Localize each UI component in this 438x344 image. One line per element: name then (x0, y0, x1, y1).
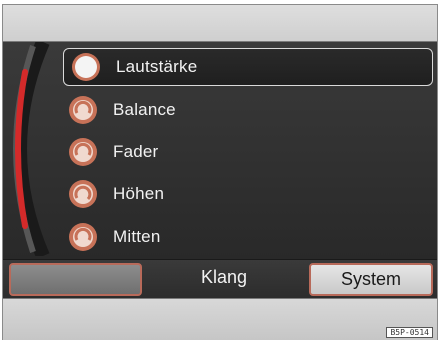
softkey-system-button[interactable]: System (309, 263, 433, 296)
menu-item-volume[interactable]: Lautstärke (63, 48, 433, 86)
volume-knob-icon (70, 51, 102, 83)
menu-item-label: Mitten (113, 227, 161, 246)
selection-arc-icon (13, 42, 50, 256)
balance-knob-icon (67, 94, 99, 126)
bottom-bar: B5P-0514 (3, 298, 437, 340)
display-frame: Lautstärke Balance Fader Höhen Mitten Kl… (2, 4, 438, 340)
menu-item-label: Lautstärke (116, 57, 198, 76)
mid-knob-icon (67, 221, 99, 253)
menu-item-treble[interactable]: Höhen (61, 175, 433, 213)
menu-item-mid[interactable]: Mitten (61, 218, 433, 256)
softkey-sound-title: Klang (200, 267, 248, 287)
top-status-bar (3, 5, 437, 42)
fader-knob-icon (67, 136, 99, 168)
softkey-bar: Klang System (3, 259, 437, 298)
menu-item-label: Balance (113, 100, 176, 119)
menu-item-label: Höhen (113, 184, 165, 203)
softkey-left-button[interactable] (9, 263, 142, 296)
treble-knob-icon (67, 178, 99, 210)
menu-item-fader[interactable]: Fader (61, 133, 433, 171)
figure-code: B5P-0514 (386, 327, 433, 338)
menu-item-label: Fader (113, 142, 159, 161)
menu-item-balance[interactable]: Balance (61, 91, 433, 129)
sound-menu-screen: Lautstärke Balance Fader Höhen Mitten Kl… (3, 42, 437, 298)
